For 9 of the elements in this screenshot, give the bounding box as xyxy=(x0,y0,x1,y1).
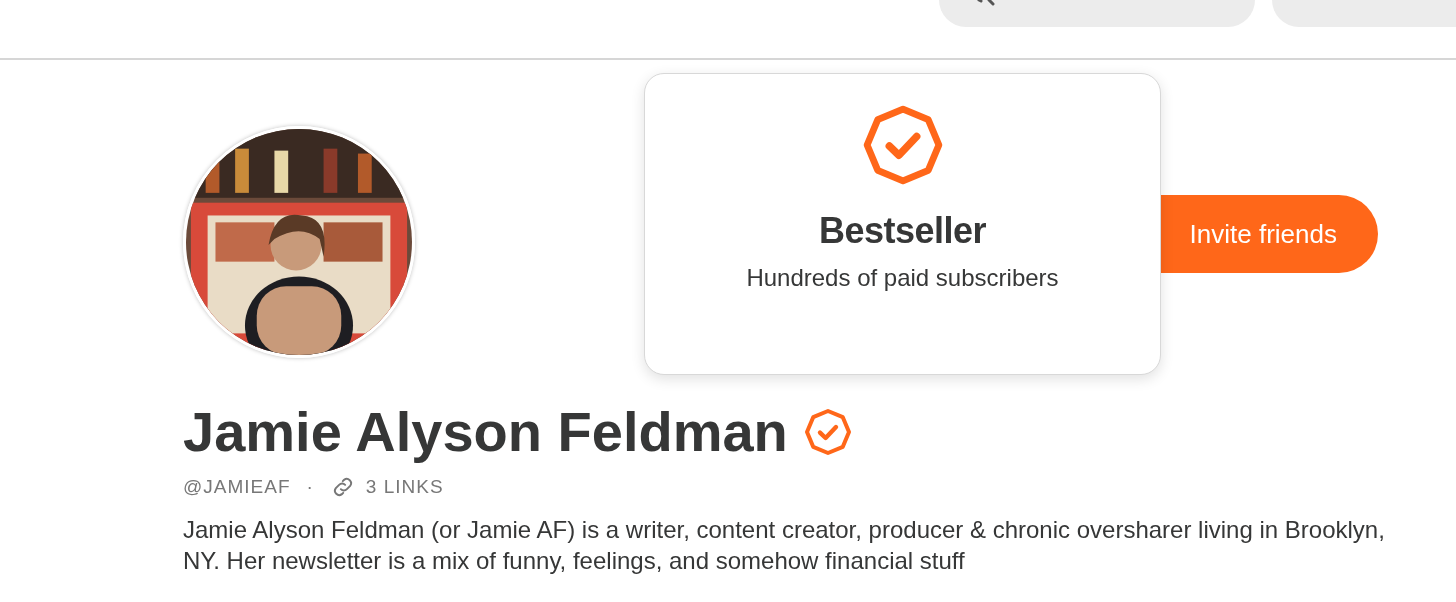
handle-link[interactable]: @JAMIEAF xyxy=(183,476,291,498)
separator: · xyxy=(305,476,315,498)
links-link[interactable]: 3 LINKS xyxy=(329,474,444,500)
tooltip-subtitle: Hundreds of paid subscribers xyxy=(746,264,1059,292)
bio-text: Jamie Alyson Feldman (or Jamie AF) is a writer, content creator, producer & chronic oversharer living in Brooklyn, NY. Her newsletter is a mix of funny, feelings, and somehow financial stuff xyxy=(183,515,1386,576)
tooltip-title: Bestseller xyxy=(818,210,987,252)
profile-name: Jamie Alyson Feldman xyxy=(183,399,788,465)
bestseller-badge-icon xyxy=(861,104,944,186)
search-field[interactable] xyxy=(939,0,1255,27)
